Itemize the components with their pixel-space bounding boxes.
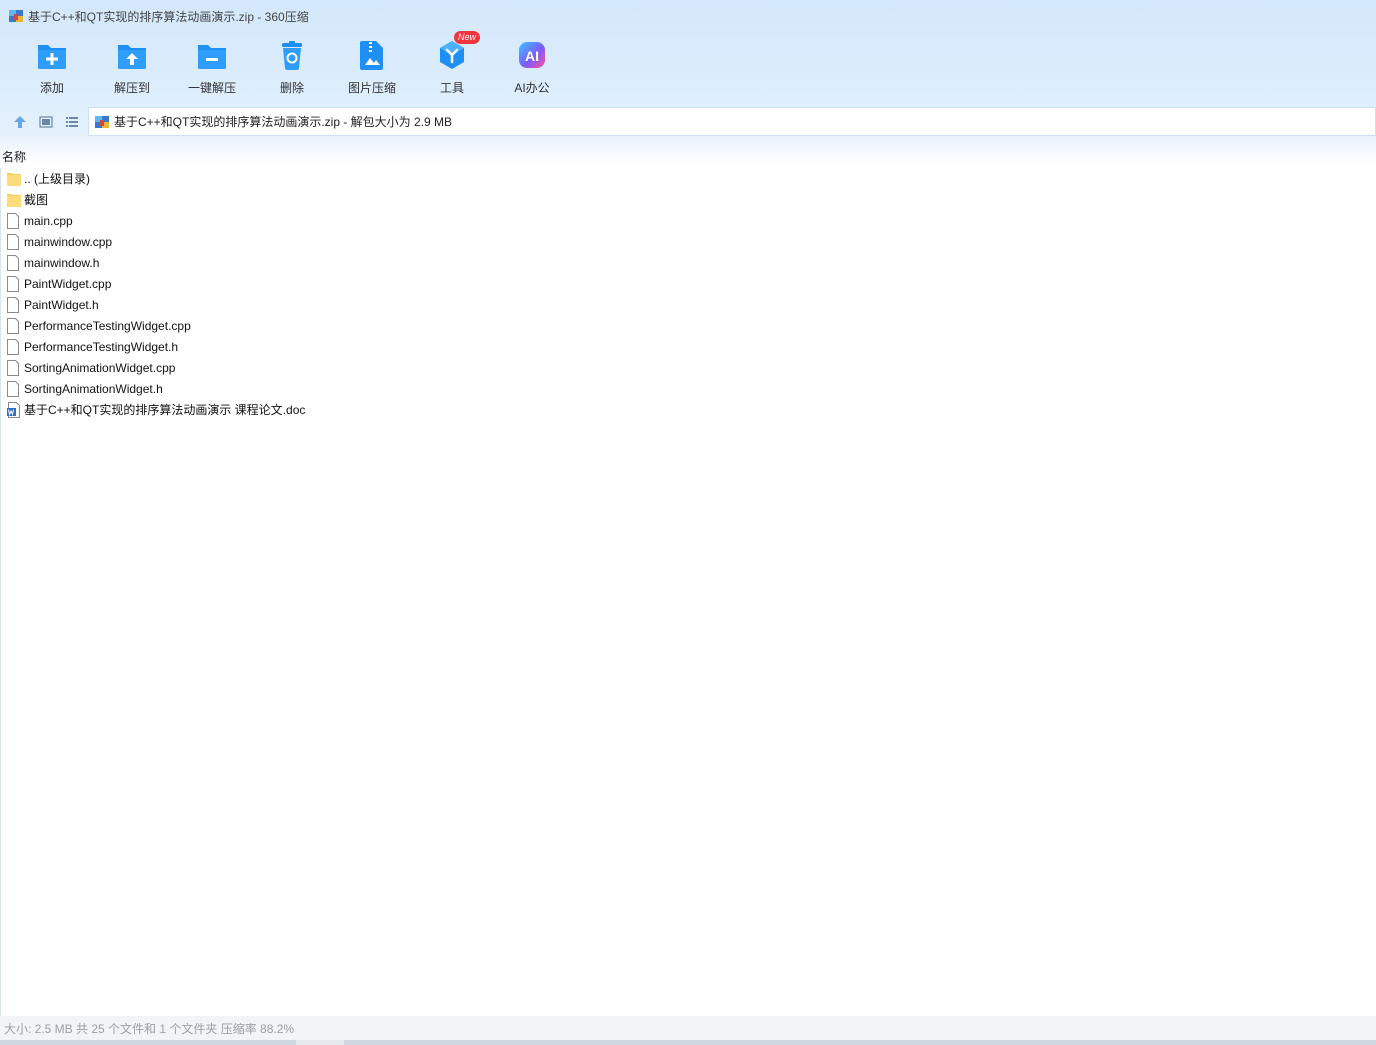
file-name: PaintWidget.h — [24, 297, 99, 312]
top-area: 基于C++和QT实现的排序算法动画演示.zip - 360压缩 添加 解压到 一… — [0, 0, 1376, 144]
file-icon — [7, 296, 21, 313]
extract-to-icon — [115, 38, 149, 72]
add-icon — [35, 38, 69, 72]
add-button[interactable]: 添加 — [12, 36, 92, 100]
list-item[interactable]: main.cpp — [1, 210, 1376, 231]
ai-office-label: AI办公 — [514, 81, 550, 95]
svg-text:AI: AI — [525, 48, 539, 64]
delete-label: 删除 — [279, 81, 304, 95]
tools-button[interactable]: New 工具 — [412, 31, 492, 100]
ai-office-button[interactable]: AI AI办公 — [492, 36, 572, 100]
file-icon — [7, 233, 21, 250]
file-icon — [7, 275, 21, 292]
thumbnail-view-button[interactable] — [33, 109, 59, 135]
file-name: 基于C++和QT实现的排序算法动画演示 课程论文.doc — [24, 403, 306, 417]
file-icon — [7, 317, 21, 334]
file-icon — [7, 380, 21, 397]
up-button[interactable] — [7, 109, 33, 135]
list-header — [0, 137, 1376, 165]
file-name: mainwindow.h — [24, 255, 100, 270]
image-compress-icon — [355, 38, 389, 72]
list-item[interactable]: PaintWidget.h — [1, 294, 1376, 315]
tools-label: 工具 — [439, 81, 464, 95]
file-icon — [7, 338, 21, 355]
list-item[interactable]: 基于C++和QT实现的排序算法动画演示 课程论文.doc — [1, 399, 1376, 420]
file-icon — [7, 359, 21, 376]
image-compress-label: 图片压缩 — [347, 81, 396, 95]
archive-file-icon — [95, 115, 109, 128]
list-view-icon — [66, 117, 78, 127]
file-name: PerformanceTestingWidget.cpp — [24, 318, 191, 333]
new-badge: New — [454, 31, 481, 44]
folder-icon — [7, 192, 21, 208]
one-click-extract-label: 一键解压 — [187, 81, 236, 95]
add-label: 添加 — [39, 81, 64, 95]
list-item[interactable]: mainwindow.h — [1, 252, 1376, 273]
thumbnail-view-icon — [39, 116, 53, 128]
file-name: mainwindow.cpp — [24, 234, 113, 249]
folder-icon — [7, 171, 21, 187]
title-bar: 基于C++和QT实现的排序算法动画演示.zip - 360压缩 — [0, 0, 1376, 32]
list-view-button[interactable] — [59, 109, 85, 135]
file-list: .. (上级目录) 截图 main.cpp mainwindow.cpp mai… — [0, 168, 1376, 1016]
ai-office-icon: AI — [515, 38, 549, 72]
image-compress-button[interactable]: 图片压缩 — [332, 36, 412, 100]
word-doc-icon — [7, 401, 21, 418]
file-name: SortingAnimationWidget.cpp — [24, 360, 176, 375]
list-item[interactable]: mainwindow.cpp — [1, 231, 1376, 252]
extract-to-button[interactable]: 解压到 — [92, 36, 172, 100]
list-item[interactable]: 截图 — [1, 189, 1376, 210]
archive-app-icon — [9, 10, 23, 22]
file-name: PerformanceTestingWidget.h — [24, 339, 179, 354]
status-text: 大小: 2.5 MB 共 25 个文件和 1 个文件夹 压缩率 88.2% — [4, 1021, 295, 1036]
file-name: 截图 — [24, 193, 49, 207]
list-item[interactable]: PerformanceTestingWidget.h — [1, 336, 1376, 357]
delete-button[interactable]: 删除 — [252, 36, 332, 100]
list-item-parent-dir[interactable]: .. (上级目录) — [1, 168, 1376, 189]
path-field[interactable]: 基于C++和QT实现的排序算法动画演示.zip - 解包大小为 2.9 MB — [88, 107, 1376, 136]
scrollbar-thumb[interactable] — [0, 1040, 296, 1045]
horizontal-scrollbar[interactable] — [0, 1040, 1376, 1045]
file-name: SortingAnimationWidget.h — [24, 381, 163, 396]
file-name: main.cpp — [24, 213, 73, 228]
delete-icon — [275, 38, 309, 72]
scrollbar-track-segment — [344, 1040, 1376, 1045]
list-item[interactable]: PerformanceTestingWidget.cpp — [1, 315, 1376, 336]
file-icon — [7, 254, 21, 271]
file-name: .. (上级目录) — [24, 172, 90, 186]
list-item[interactable]: SortingAnimationWidget.h — [1, 378, 1376, 399]
toolbar: 添加 解压到 一键解压 删除 图片压缩 New 工具 AI AI办公 — [12, 31, 572, 100]
up-arrow-icon — [14, 116, 26, 128]
column-header-name[interactable]: 名称 — [2, 148, 26, 165]
address-bar: 基于C++和QT实现的排序算法动画演示.zip - 解包大小为 2.9 MB — [0, 107, 1376, 137]
status-bar: 大小: 2.5 MB 共 25 个文件和 1 个文件夹 压缩率 88.2% — [0, 1016, 1376, 1040]
one-click-extract-icon — [195, 38, 229, 72]
window-title: 基于C++和QT实现的排序算法动画演示.zip - 360压缩 — [28, 9, 309, 24]
path-text: 基于C++和QT实现的排序算法动画演示.zip - 解包大小为 2.9 MB — [114, 115, 453, 129]
list-item[interactable]: PaintWidget.cpp — [1, 273, 1376, 294]
file-name: PaintWidget.cpp — [24, 276, 112, 291]
list-item[interactable]: SortingAnimationWidget.cpp — [1, 357, 1376, 378]
file-icon — [7, 212, 21, 229]
one-click-extract-button[interactable]: 一键解压 — [172, 36, 252, 100]
extract-to-label: 解压到 — [113, 81, 150, 95]
